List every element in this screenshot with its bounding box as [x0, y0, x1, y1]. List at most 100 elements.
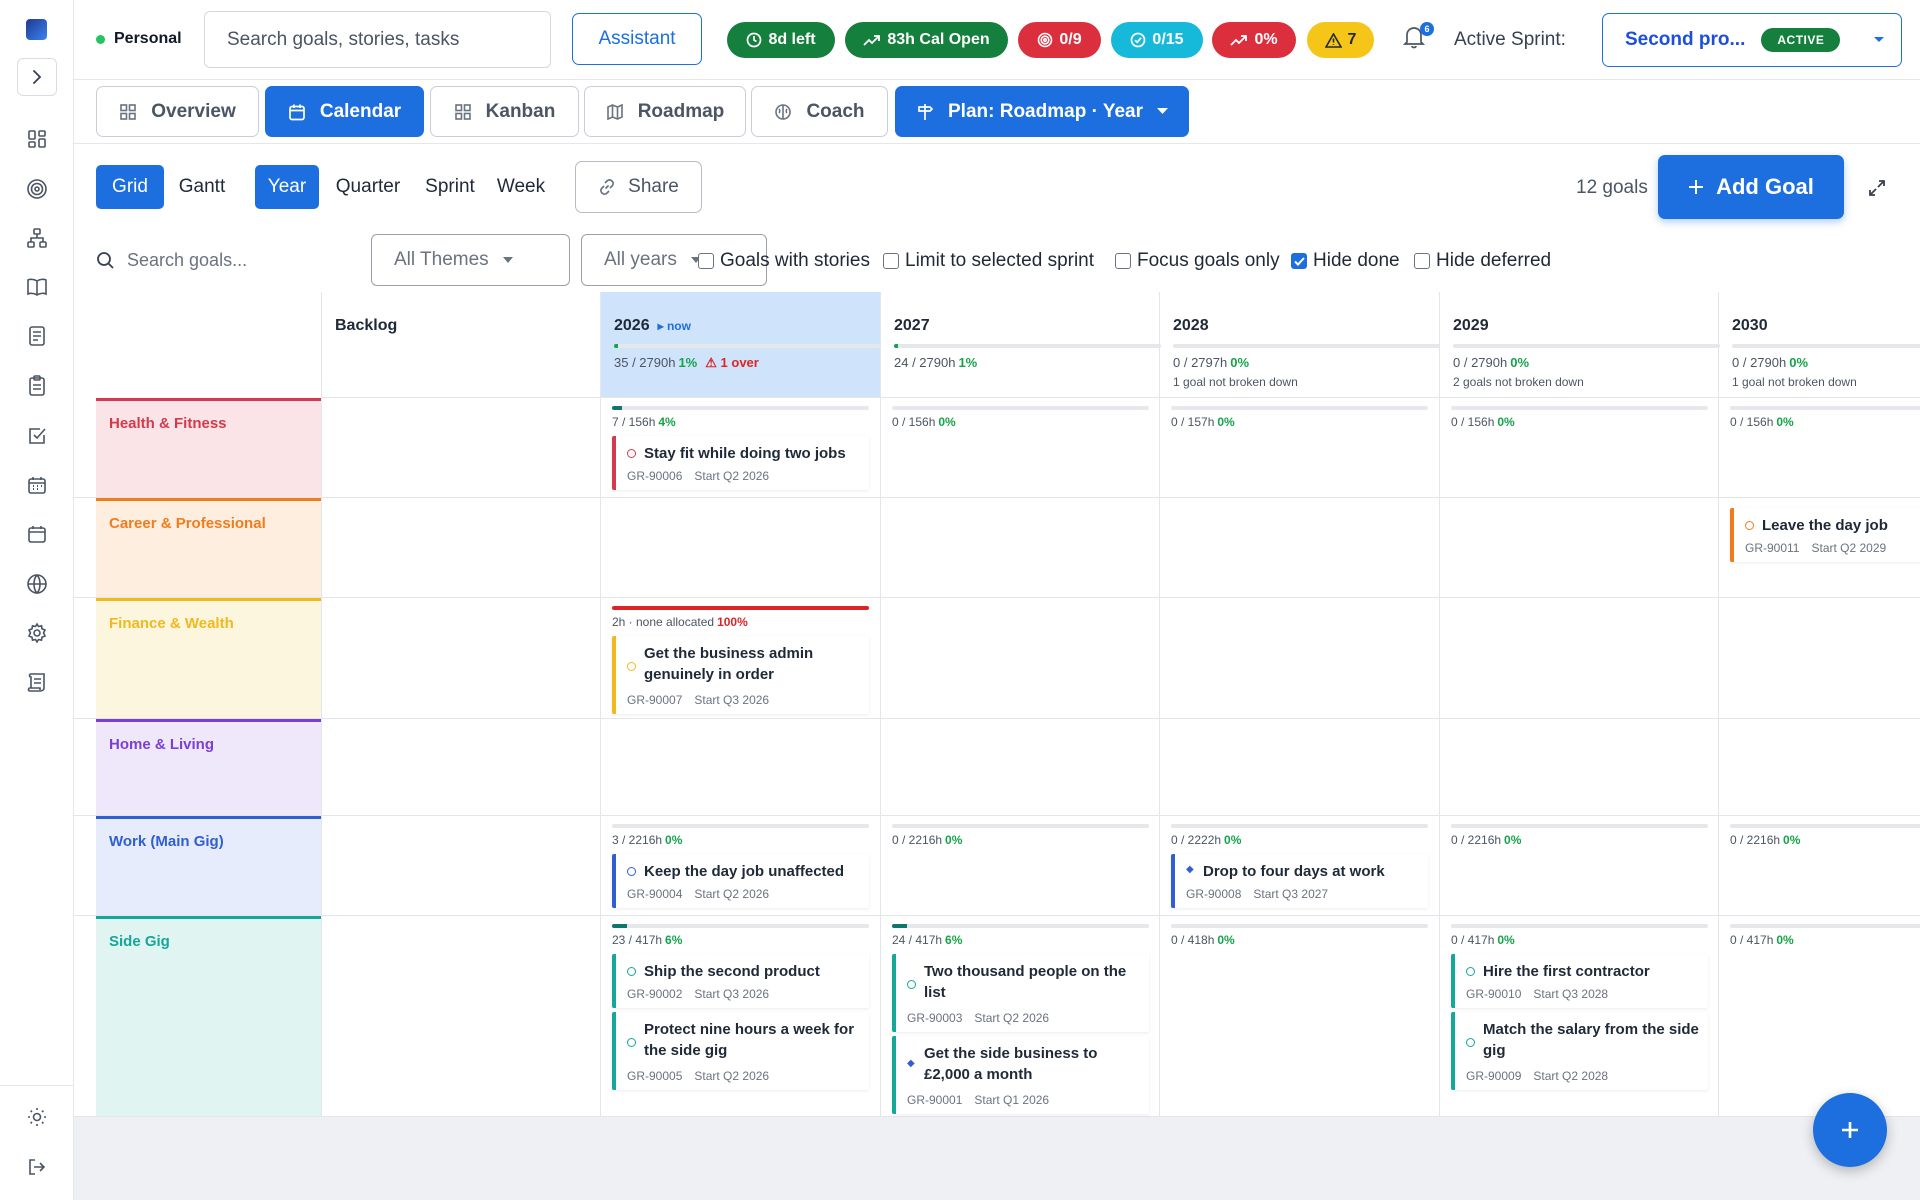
goal-card[interactable]: Ship the second product GR-90002 Start Q3 … [612, 954, 869, 1008]
goal-card[interactable]: Match the salary from the side gig GR-900… [1451, 1012, 1708, 1090]
logout-icon[interactable] [24, 1154, 50, 1180]
roadmap-cell[interactable] [321, 916, 601, 1116]
filter-checkbox[interactable]: Hide deferred [1414, 250, 1551, 272]
assistant-button[interactable]: Assistant [572, 13, 702, 65]
roadmap-cell[interactable]: 23 / 417h 6% Ship the second product GR-900… [600, 916, 880, 1116]
book-icon[interactable] [24, 274, 50, 300]
document-icon[interactable] [24, 323, 50, 349]
goal-card[interactable]: Hire the first contractor GR-90010 Start Q… [1451, 954, 1708, 1008]
dashboard-icon[interactable] [24, 126, 50, 152]
roadmap-cell[interactable] [1159, 719, 1439, 815]
roadmap-cell[interactable] [1718, 598, 1920, 718]
tab-roadmap[interactable]: Roadmap [584, 86, 746, 137]
roadmap-cell[interactable] [880, 598, 1160, 718]
checkbox-unchecked[interactable] [1115, 253, 1131, 269]
status-pill[interactable]: 0/9 [1018, 22, 1101, 58]
tab-coach[interactable]: Coach [751, 86, 888, 137]
checkbox-unchecked[interactable] [1414, 253, 1430, 269]
status-pill[interactable]: 7 [1307, 22, 1374, 58]
filter-checkbox[interactable]: Focus goals only [1115, 250, 1280, 272]
workspace-switcher[interactable]: Personal [96, 30, 182, 48]
roadmap-cell[interactable] [1439, 498, 1719, 597]
quick-add-fab[interactable] [1813, 1093, 1887, 1167]
roadmap-cell[interactable]: 0 / 417h 0% Hire the first contractor GR-90… [1439, 916, 1719, 1116]
checkbox-checked[interactable] [1291, 253, 1307, 269]
theme-label-cell[interactable]: Health & Fitness [96, 398, 321, 497]
goal-card[interactable]: Protect nine hours a week for the side g… [612, 1012, 869, 1090]
goal-card[interactable]: Get the business admin genuinely in orde… [612, 636, 869, 714]
roadmap-cell[interactable] [1159, 498, 1439, 597]
status-pill[interactable]: 8d left [727, 22, 835, 58]
roadmap-cell[interactable] [321, 498, 601, 597]
theme-label-cell[interactable]: Finance & Wealth [96, 598, 321, 718]
app-logo[interactable] [26, 19, 47, 40]
filter-checkbox[interactable]: Hide done [1291, 250, 1400, 272]
tab-overview[interactable]: Overview [96, 86, 259, 137]
theme-label-cell[interactable]: Career & Professional [96, 498, 321, 597]
settings-gear-icon[interactable] [24, 620, 50, 646]
tab-kanban[interactable]: Kanban [430, 86, 579, 137]
roadmap-cell[interactable]: 7 / 156h 4% Stay fit while doing two jobs G… [600, 398, 880, 497]
status-pill[interactable]: 0% [1212, 22, 1296, 58]
roadmap-cell[interactable] [1159, 598, 1439, 718]
roadmap-cell[interactable] [880, 498, 1160, 597]
status-pill[interactable]: 0/15 [1111, 22, 1203, 58]
roadmap-cell[interactable] [880, 719, 1160, 815]
layout-gantt-button[interactable]: Gantt [171, 165, 233, 209]
plan-menu-button[interactable]: Plan: Roadmap · Year [895, 86, 1189, 137]
roadmap-cell[interactable] [1718, 719, 1920, 815]
expand-sidebar-button[interactable] [17, 58, 57, 96]
theme-toggle-sun-icon[interactable] [24, 1104, 50, 1130]
roadmap-cell[interactable]: 0 / 2216h 0% [1439, 816, 1719, 915]
theme-label-cell[interactable]: Work (Main Gig) [96, 816, 321, 915]
roadmap-cell[interactable]: 0 / 156h 0% [880, 398, 1160, 497]
scroll-log-icon[interactable] [24, 669, 50, 695]
theme-label-cell[interactable]: Home & Living [96, 719, 321, 815]
scale-week-button[interactable]: Week [490, 165, 552, 209]
roadmap-cell[interactable] [600, 719, 880, 815]
roadmap-cell[interactable]: 0 / 156h 0% [1718, 398, 1920, 497]
goal-search-input[interactable]: Search goals... [96, 250, 247, 271]
roadmap-cell[interactable] [321, 398, 601, 497]
roadmap-cell[interactable] [1439, 598, 1719, 718]
roadmap-cell[interactable]: 0 / 157h 0% [1159, 398, 1439, 497]
goal-card[interactable]: ◆ Get the side business to £2,000 a month… [892, 1036, 1149, 1114]
goal-card[interactable]: ◆ Drop to four days at work GR-90008 Start … [1171, 854, 1428, 908]
calendar-icon[interactable] [24, 521, 50, 547]
roadmap-cell[interactable] [1439, 719, 1719, 815]
roadmap-cell[interactable] [321, 816, 601, 915]
goal-card[interactable]: Leave the day job GR-90011 Start Q2 2029 [1730, 508, 1920, 562]
checkbox-icon[interactable] [24, 423, 50, 449]
fullscreen-button[interactable] [1868, 179, 1886, 202]
roadmap-cell[interactable]: 3 / 2216h 0% Keep the day job unaffected GR… [600, 816, 880, 915]
global-search-input[interactable]: Search goals, stories, tasks [204, 11, 551, 68]
roadmap-cell[interactable]: 24 / 417h 6% Two thousand people on the li… [880, 916, 1160, 1116]
calendar-grid-icon[interactable] [24, 472, 50, 498]
clipboard-icon[interactable] [24, 373, 50, 399]
goal-card[interactable]: Stay fit while doing two jobs GR-90006 Sta… [612, 436, 869, 490]
status-pill[interactable]: 83h Cal Open [845, 22, 1008, 58]
target-icon[interactable] [24, 176, 50, 202]
scale-quarter-button[interactable]: Quarter [327, 165, 409, 209]
theme-label-cell[interactable]: Side Gig [96, 916, 321, 1116]
scale-sprint-button[interactable]: Sprint [417, 165, 483, 209]
roadmap-cell[interactable]: 0 / 156h 0% [1439, 398, 1719, 497]
tab-calendar[interactable]: Calendar [265, 86, 424, 137]
filter-checkbox[interactable]: Goals with stories [698, 250, 870, 272]
roadmap-cell[interactable] [600, 498, 880, 597]
checkbox-unchecked[interactable] [883, 253, 899, 269]
checkbox-unchecked[interactable] [698, 253, 714, 269]
share-button[interactable]: Share [575, 161, 702, 213]
globe-icon[interactable] [24, 571, 50, 597]
roadmap-cell[interactable]: 0 / 2222h 0% ◆ Drop to four days at work GR-… [1159, 816, 1439, 915]
roadmap-cell[interactable]: 0 / 2216h 0% [1718, 816, 1920, 915]
goal-card[interactable]: Keep the day job unaffected GR-90004 Start… [612, 854, 869, 908]
themes-filter-select[interactable]: All Themes [371, 234, 570, 286]
sprint-selector[interactable]: Second pro... ACTIVE [1602, 13, 1902, 67]
filter-checkbox[interactable]: Limit to selected sprint [883, 250, 1094, 272]
add-goal-button[interactable]: Add Goal [1658, 155, 1844, 219]
roadmap-cell[interactable]: Leave the day job GR-90011 Start Q2 2029 [1718, 498, 1920, 597]
roadmap-cell[interactable]: 0 / 418h 0% [1159, 916, 1439, 1116]
roadmap-cell[interactable]: 0 / 417h 0% [1718, 916, 1920, 1116]
roadmap-cell[interactable] [321, 719, 601, 815]
